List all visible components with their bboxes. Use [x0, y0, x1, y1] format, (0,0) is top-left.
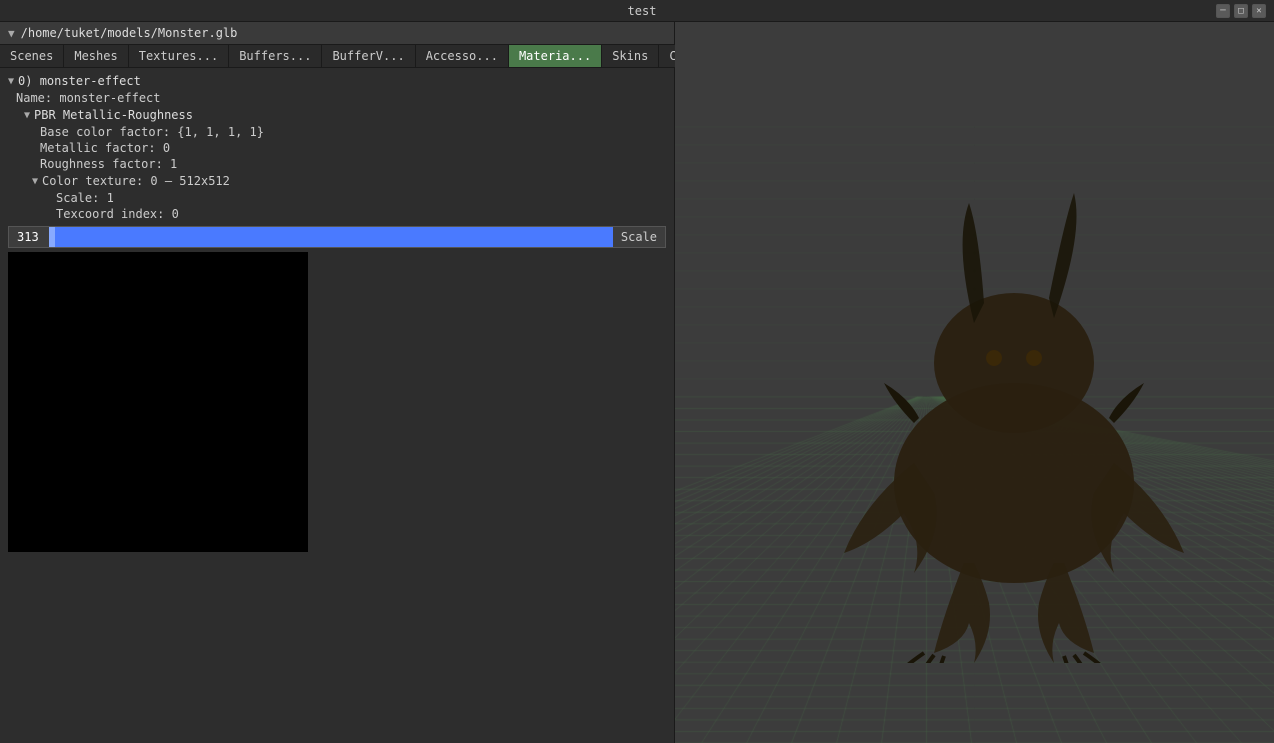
main-area: ▼ /home/tuket/models/Monster.glb Scenes … [0, 22, 1274, 743]
color-texture-collapse-icon: ▼ [32, 176, 38, 187]
roughness-row: Roughness factor: 1 [8, 156, 674, 172]
material-section-header[interactable]: ▼ 0) monster-effect [0, 72, 674, 90]
window-controls: ─ □ ✕ [1216, 4, 1266, 18]
tab-bar: Scenes Meshes Textures... Buffers... Buf… [0, 45, 674, 68]
content-area: ▼ 0) monster-effect Name: monster-effect… [0, 68, 674, 743]
pbr-section-header[interactable]: ▼ PBR Metallic-Roughness [8, 106, 674, 124]
viewport[interactable] [675, 22, 1274, 743]
texture-thumbnail [8, 252, 308, 552]
monster-model [814, 163, 1214, 663]
tab-textures[interactable]: Textures... [129, 45, 229, 67]
close-button[interactable]: ✕ [1252, 4, 1266, 18]
window-title: test [68, 4, 1216, 18]
tab-accessors[interactable]: Accesso... [416, 45, 509, 67]
titlebar: test ─ □ ✕ [0, 0, 1274, 22]
left-panel: ▼ /home/tuket/models/Monster.glb Scenes … [0, 22, 675, 743]
scale-slider-container[interactable]: 313 Scale [8, 226, 666, 248]
filepath-text: /home/tuket/models/Monster.glb [21, 26, 238, 40]
tab-meshes[interactable]: Meshes [64, 45, 128, 67]
monster-svg [814, 163, 1214, 663]
base-color-row: Base color factor: {1, 1, 1, 1} [8, 124, 674, 140]
material-name-row: Name: monster-effect [0, 90, 674, 106]
scale-label: Scale [613, 230, 665, 244]
material-header-text: 0) monster-effect [18, 74, 141, 88]
pbr-section: ▼ PBR Metallic-Roughness Base color fact… [8, 106, 674, 222]
scale-slider-value: 313 [9, 230, 49, 244]
scale-row: Scale: 1 [8, 190, 674, 206]
filepath-bar: ▼ /home/tuket/models/Monster.glb [0, 22, 674, 45]
texture-image [8, 252, 308, 552]
scale-thumb[interactable] [49, 227, 55, 247]
tab-skins[interactable]: Skins [602, 45, 659, 67]
texcoord-row: Texcoord index: 0 [8, 206, 674, 222]
color-texture-text: Color texture: 0 – 512x512 [42, 174, 230, 188]
maximize-button[interactable]: □ [1234, 4, 1248, 18]
pbr-collapse-icon: ▼ [24, 110, 30, 121]
material-collapse-icon: ▼ [8, 76, 14, 87]
color-texture-header[interactable]: ▼ Color texture: 0 – 512x512 [8, 172, 674, 190]
metallic-row: Metallic factor: 0 [8, 140, 674, 156]
scale-track[interactable] [49, 227, 613, 247]
tab-bufferviews[interactable]: BufferV... [322, 45, 415, 67]
filepath-arrow: ▼ [8, 27, 15, 40]
tab-scenes[interactable]: Scenes [0, 45, 64, 67]
pbr-header-text: PBR Metallic-Roughness [34, 108, 193, 122]
minimize-button[interactable]: ─ [1216, 4, 1230, 18]
tab-materials[interactable]: Materia... [509, 45, 602, 67]
tab-buffers[interactable]: Buffers... [229, 45, 322, 67]
